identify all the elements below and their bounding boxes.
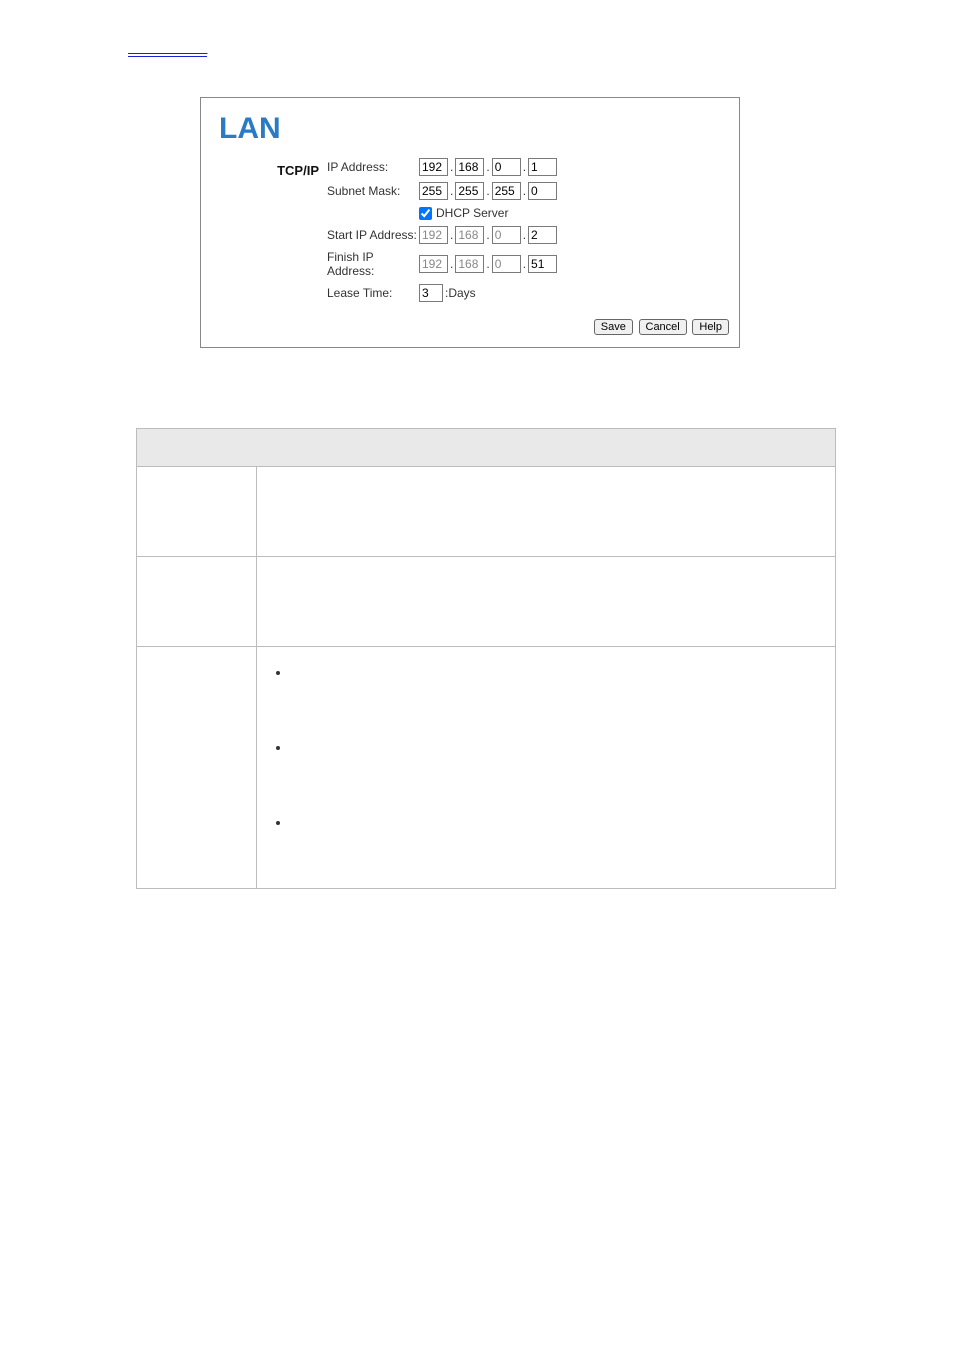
- ip-octet-1[interactable]: [419, 158, 448, 176]
- info-row-3-right: [257, 647, 836, 889]
- start-ip-octet-2: [455, 226, 484, 244]
- mask-octet-1[interactable]: [419, 182, 448, 200]
- finish-ip-octet-3: [492, 255, 521, 273]
- info-table: [136, 428, 836, 889]
- lease-time-label: Lease Time:: [327, 286, 419, 300]
- mask-octet-3[interactable]: [492, 182, 521, 200]
- ip-octet-4[interactable]: [528, 158, 557, 176]
- dhcp-server-label: DHCP Server: [436, 206, 508, 220]
- lease-time-unit: :Days: [445, 286, 476, 300]
- help-button[interactable]: Help: [692, 319, 729, 335]
- mask-octet-4[interactable]: [528, 182, 557, 200]
- ip-address-label: IP Address:: [327, 160, 419, 174]
- start-ip-octet-4[interactable]: [528, 226, 557, 244]
- finish-ip-octet-1: [419, 255, 448, 273]
- dhcp-server-checkbox[interactable]: [419, 207, 432, 220]
- panel-title: LAN: [219, 112, 729, 146]
- bullet-item: [291, 665, 821, 680]
- finish-ip-label: Finish IP Address:: [327, 250, 419, 278]
- lan-settings-panel: LAN TCP/IP IP Address: . . . Subnet Mask…: [200, 97, 740, 348]
- info-table-header: [137, 429, 836, 467]
- ip-octet-2[interactable]: [455, 158, 484, 176]
- cancel-button[interactable]: Cancel: [639, 319, 687, 335]
- start-ip-octet-3: [492, 226, 521, 244]
- finish-ip-octet-4[interactable]: [528, 255, 557, 273]
- info-row-3-left: [137, 647, 257, 889]
- bullet-item: [291, 815, 821, 830]
- info-row-1-left: [137, 467, 257, 557]
- mask-octet-2[interactable]: [455, 182, 484, 200]
- start-ip-octet-1: [419, 226, 448, 244]
- bullet-item: [291, 740, 821, 755]
- info-row-2-left: [137, 557, 257, 647]
- lease-time-input[interactable]: [419, 284, 443, 302]
- save-button[interactable]: Save: [594, 319, 633, 335]
- info-row-2-right: [257, 557, 836, 647]
- group-label-tcpip: TCP/IP: [219, 158, 327, 178]
- ip-octet-3[interactable]: [492, 158, 521, 176]
- finish-ip-octet-2: [455, 255, 484, 273]
- info-row-1-right: [257, 467, 836, 557]
- nav-link[interactable]: [128, 40, 207, 57]
- start-ip-label: Start IP Address:: [327, 228, 419, 242]
- subnet-mask-label: Subnet Mask:: [327, 184, 419, 198]
